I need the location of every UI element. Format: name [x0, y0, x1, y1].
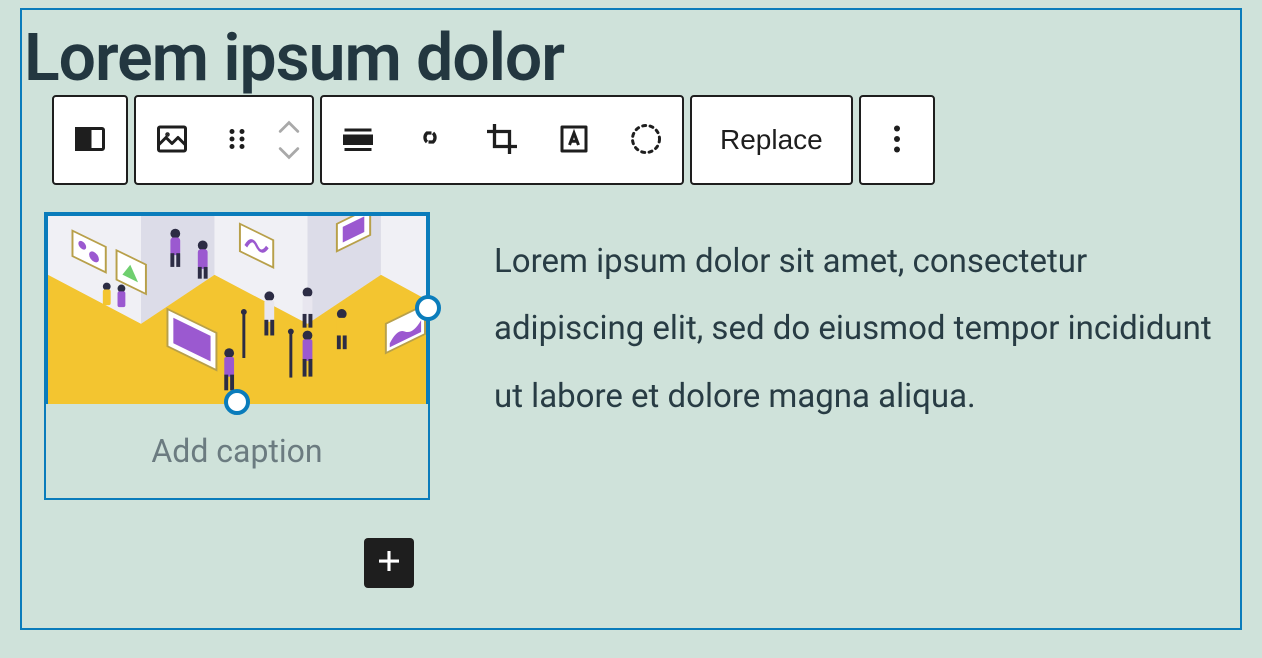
more-options-button[interactable]	[861, 97, 933, 183]
toolbar-group-replace: Replace	[690, 95, 853, 185]
editor-canvas: Lorem ipsum dolor	[20, 8, 1242, 630]
crop-icon	[484, 121, 520, 160]
gallery-illustration	[48, 216, 426, 404]
block-type-button[interactable]	[136, 97, 208, 183]
more-vertical-icon	[879, 121, 915, 160]
toolbar-group-more	[859, 95, 935, 185]
drag-handle[interactable]	[208, 97, 266, 183]
toolbar-group-block	[134, 95, 314, 185]
crop-button[interactable]	[466, 97, 538, 183]
duotone-icon	[628, 121, 664, 160]
image-placeholder[interactable]	[44, 212, 430, 404]
move-down-button[interactable]	[278, 146, 300, 160]
duotone-button[interactable]	[610, 97, 682, 183]
replace-button[interactable]: Replace	[692, 97, 851, 183]
drag-icon	[222, 124, 252, 157]
paragraph-block[interactable]: Lorem ipsum dolor sit amet, consectetur …	[494, 212, 1218, 500]
columns-icon	[72, 121, 108, 160]
link-icon	[412, 121, 448, 160]
block-toolbar: Replace	[52, 95, 935, 185]
link-button[interactable]	[394, 97, 466, 183]
plus-icon	[374, 546, 404, 580]
resize-handle-bottom[interactable]	[224, 389, 250, 415]
align-button[interactable]	[322, 97, 394, 183]
text-overlay-button[interactable]	[538, 97, 610, 183]
media-text-block: Add caption Lorem ipsum dolor sit amet, …	[44, 212, 1218, 500]
align-icon	[340, 121, 376, 160]
page-heading[interactable]: Lorem ipsum dolor	[24, 26, 564, 92]
resize-handle-right[interactable]	[415, 295, 441, 321]
toolbar-group-tools	[320, 95, 684, 185]
image-column: Add caption	[44, 212, 430, 500]
image-caption-input[interactable]: Add caption	[44, 404, 430, 500]
toolbar-group-parent	[52, 95, 128, 185]
add-block-button[interactable]	[364, 538, 414, 588]
move-up-button[interactable]	[278, 120, 300, 134]
select-parent-button[interactable]	[54, 97, 126, 183]
image-icon	[154, 121, 190, 160]
text-overlay-icon	[556, 121, 592, 160]
